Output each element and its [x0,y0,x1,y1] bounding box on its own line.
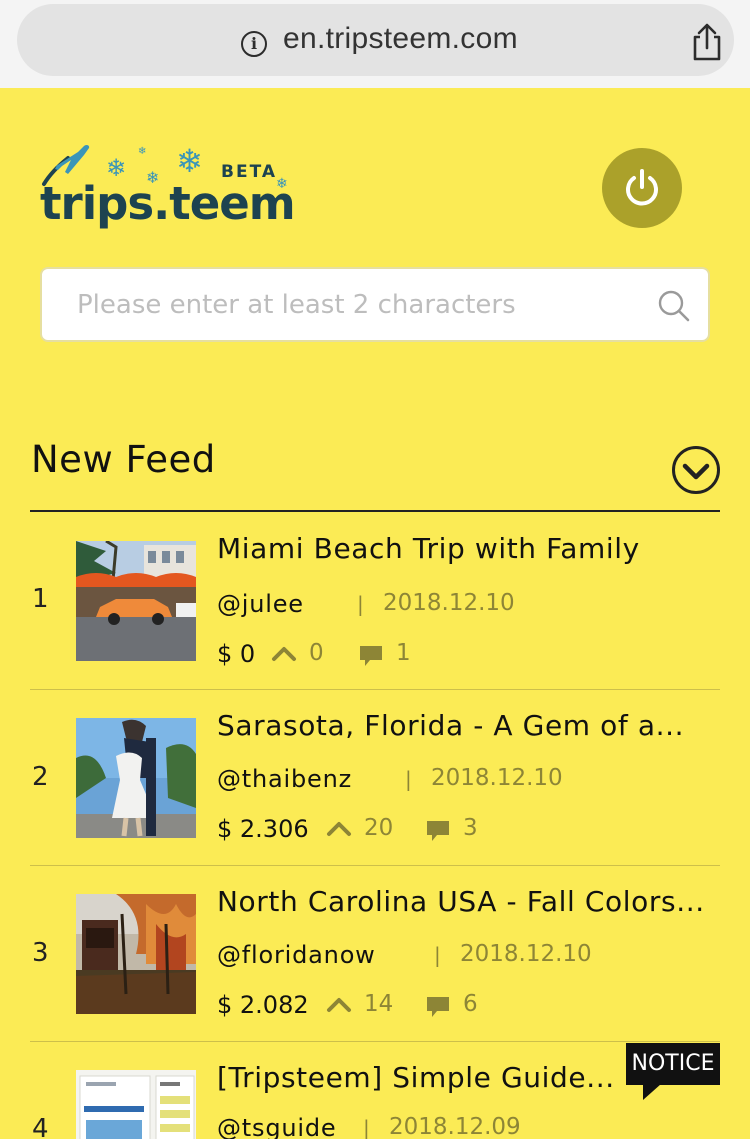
vote-count: 14 [364,991,394,1017]
feed-rank: 1 [32,584,49,614]
comment-count: 1 [396,640,411,666]
vote-count: 20 [364,815,394,841]
share-icon[interactable] [687,22,727,62]
feed-item[interactable]: 2 Sarasota, Florida - A Gem of a... @tha… [30,690,720,866]
feed-title[interactable]: Miami Beach Trip with Family [217,532,640,565]
feed-rank: 2 [32,762,49,792]
feed-item[interactable]: 4 [Tripsteem] Simple Guide... @tsguide |… [30,1042,720,1139]
feed-date: 2018.12.10 [460,941,592,967]
feed-payout: $ 0 [217,640,256,668]
browser-toolbar: i en.tripsteem.com [0,0,750,88]
separator: | [405,767,412,791]
logo-wordmark: trips.teem [40,177,296,230]
search-box [40,267,710,342]
feed-date: 2018.12.10 [383,590,515,616]
divider [30,510,720,512]
search-icon[interactable] [657,289,691,323]
comment-count: 3 [463,815,478,841]
feed-thumbnail[interactable] [76,541,196,661]
vote-count: 0 [309,640,324,666]
feed-title[interactable]: Sarasota, Florida - A Gem of a... [217,709,684,742]
feed-thumbnail[interactable] [76,894,196,1014]
feed-author[interactable]: @thaibenz [217,765,352,793]
feed-title[interactable]: [Tripsteem] Simple Guide... [217,1061,615,1094]
notice-tail [643,1084,661,1100]
upvote-icon[interactable] [326,995,352,1013]
chevron-down-icon[interactable] [671,445,721,495]
feed-payout: $ 2.306 [217,815,309,843]
power-icon [626,169,658,206]
feed-payout: $ 2.082 [217,991,309,1019]
feed-thumbnail[interactable] [76,718,196,838]
feed-author[interactable]: @tsguide [217,1114,336,1139]
upvote-icon[interactable] [271,644,297,662]
comment-icon[interactable] [358,644,384,668]
info-icon[interactable]: i [241,31,267,57]
comment-icon[interactable] [425,995,451,1019]
site-logo[interactable]: ❄ ❄ ❄ ❄ ❄ BETA trips.teem [38,140,298,235]
comment-icon[interactable] [425,819,451,843]
feed-item[interactable]: 1 Miami Beach Trip with Family @julee | … [30,514,720,690]
feed-rank: 4 [32,1114,49,1139]
feed-thumbnail[interactable] [76,1070,196,1139]
separator: | [434,943,441,967]
separator: | [363,1116,370,1139]
comment-count: 6 [463,991,478,1017]
feed-item[interactable]: 3 North Carolina USA - Fall Colors... @f… [30,866,720,1042]
snowflake-icon: ❄ [138,146,147,157]
search-input[interactable] [77,284,637,326]
feed-date: 2018.12.09 [389,1114,521,1139]
section-title: New Feed [31,438,216,481]
address-bar[interactable]: i en.tripsteem.com [17,4,734,76]
snowflake-icon: ❄ [176,142,203,180]
feed-rank: 3 [32,938,49,968]
feed-title[interactable]: North Carolina USA - Fall Colors... [217,885,705,918]
logout-button[interactable] [602,148,682,228]
feed-author[interactable]: @julee [217,590,304,618]
notice-button[interactable]: NOTICE [626,1043,720,1085]
upvote-icon[interactable] [326,819,352,837]
url-text: en.tripsteem.com [283,22,518,55]
feed-author[interactable]: @floridanow [217,941,376,969]
feed-date: 2018.12.10 [431,765,563,791]
separator: | [357,592,364,616]
